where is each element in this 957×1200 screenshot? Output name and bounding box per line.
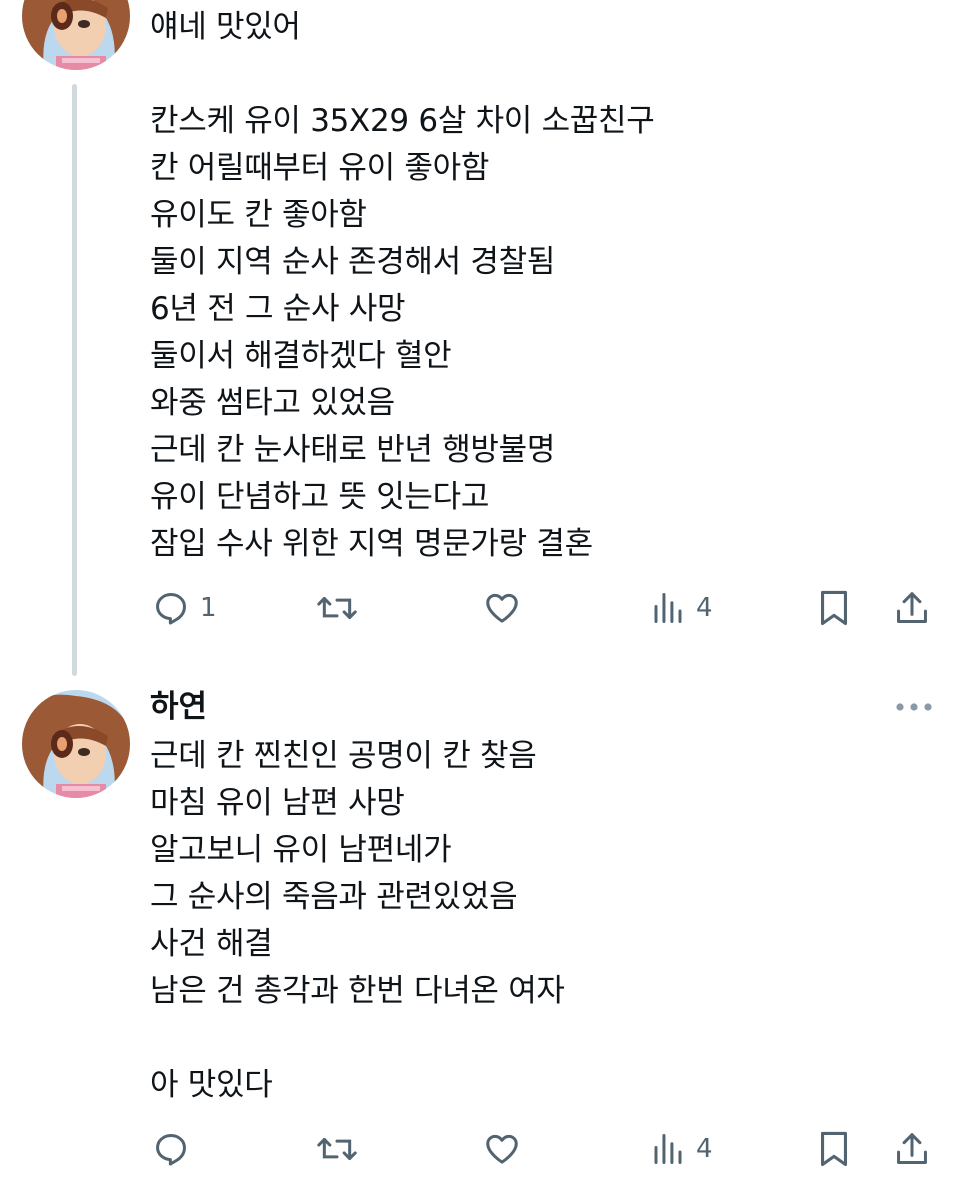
views-count: 4 [696,1134,713,1164]
bookmark-icon [820,590,848,626]
share-button[interactable] [893,583,931,633]
views-icon [654,1134,682,1164]
tweet-text: 근데 칸 찐친인 공명이 칸 찾음 마침 유이 남편 사망 알고보니 유이 남편… [150,738,565,1103]
tweet-actions: 1 4 [0,583,957,633]
avatar[interactable] [22,0,130,70]
tweet-text: 얘네 맛있어 칸스케 유이 35X29 6살 차이 소꿉친구 칸 어릴때부터 유… [150,9,655,562]
retweet-button[interactable] [316,1124,358,1174]
reply-button[interactable]: 1 [152,583,217,633]
bookmark-button[interactable] [816,1124,852,1174]
retweet-button[interactable] [316,583,358,633]
more-button[interactable] [892,697,936,717]
retweet-icon [317,1137,357,1161]
views-button[interactable]: 4 [650,1124,713,1174]
bookmark-button[interactable] [816,583,852,633]
reply-count: 1 [200,593,217,623]
avatar[interactable] [22,690,130,798]
views-count: 4 [696,593,713,623]
retweet-icon [317,596,357,620]
reply-icon [156,1134,186,1166]
bookmark-icon [820,1131,848,1167]
views-icon [654,593,682,623]
reply-button[interactable] [152,1124,200,1174]
like-button[interactable] [483,583,521,633]
views-button[interactable]: 4 [650,583,713,633]
like-icon [486,593,518,623]
reply-icon [156,593,186,625]
like-button[interactable] [483,1124,521,1174]
avatar-image [22,0,130,70]
share-icon [897,1133,927,1164]
more-icon [896,703,932,711]
tweet-actions: 4 [0,1124,957,1174]
like-icon [486,1134,518,1164]
avatar-image [22,690,130,798]
author-name[interactable]: 하연 [150,685,207,729]
share-button[interactable] [893,1124,931,1174]
share-icon [897,592,927,623]
